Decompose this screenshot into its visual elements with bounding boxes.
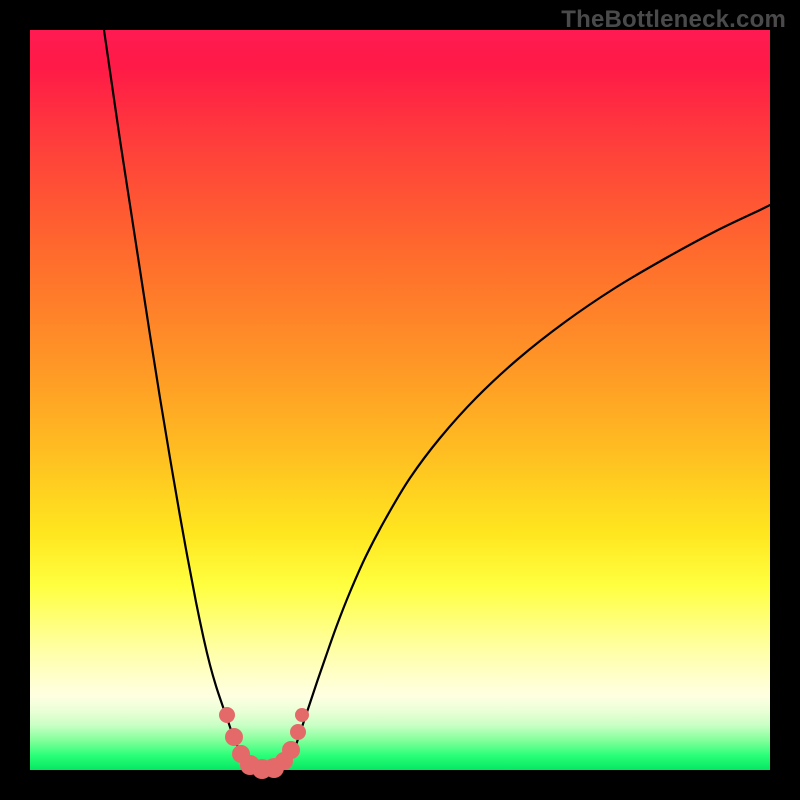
valley-markers (219, 707, 309, 779)
valley-marker (290, 724, 306, 740)
curve-plot (30, 30, 770, 770)
valley-marker (225, 728, 243, 746)
valley-marker (282, 741, 300, 759)
bottleneck-curve (104, 30, 770, 770)
valley-marker (295, 708, 309, 722)
valley-marker (219, 707, 235, 723)
